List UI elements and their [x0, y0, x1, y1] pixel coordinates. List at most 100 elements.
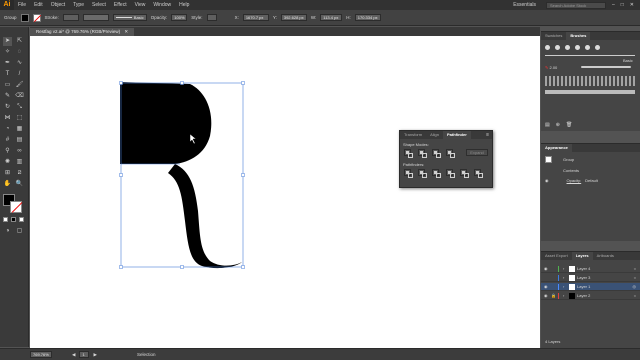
mesh-tool-icon[interactable]: #	[3, 136, 12, 145]
pattern-brush-stroke[interactable]	[545, 90, 635, 94]
w-field[interactable]: 113.4 px	[320, 14, 343, 21]
tab-align[interactable]: Align	[426, 131, 443, 139]
y-field[interactable]: 392.628 px	[280, 14, 307, 21]
width-tool-icon[interactable]: ⋈	[3, 114, 12, 123]
color-mode-icon[interactable]	[3, 217, 8, 222]
artwork-letter-r[interactable]	[30, 36, 540, 348]
tab-brushes[interactable]: Brushes	[566, 32, 591, 40]
graph-tool-icon[interactable]: ▥	[15, 158, 24, 167]
h-field[interactable]: 170.334 px	[354, 14, 381, 21]
tab-layers[interactable]: Layers	[571, 252, 593, 260]
rotate-tool-icon[interactable]: ↻	[3, 103, 12, 112]
variable-width-field[interactable]	[82, 14, 109, 21]
shaper-tool-icon[interactable]: ✎	[3, 92, 12, 101]
hand-tool-icon[interactable]: ✋	[3, 180, 12, 189]
intersect-button[interactable]	[432, 149, 441, 158]
lasso-tool-icon[interactable]: ◌	[15, 48, 24, 57]
new-brush-icon[interactable]: ⊕	[556, 122, 560, 128]
menu-object[interactable]: Object	[47, 0, 69, 10]
minimize-icon[interactable]: –	[612, 2, 615, 8]
scale-tool-icon[interactable]: ⤡	[15, 103, 24, 112]
artboard-tool-icon[interactable]: ⊞	[3, 169, 12, 178]
crop-button[interactable]	[446, 169, 455, 178]
exclude-button[interactable]	[446, 149, 455, 158]
draw-mode-icon[interactable]: ◑	[3, 227, 12, 236]
eyedropper-tool-icon[interactable]: ⚲	[3, 147, 12, 156]
curvature-tool-icon[interactable]: ∿	[15, 59, 24, 68]
maximize-icon[interactable]: □	[621, 2, 624, 8]
zoom-field[interactable]: 769.76%	[30, 351, 52, 358]
brush-dot-icon[interactable]	[585, 45, 590, 50]
document-tab[interactable]: Restfag v2.ai* @ 769.76% (RGB/Preview) ✕	[30, 28, 135, 36]
style-field[interactable]	[206, 14, 217, 21]
magic-wand-tool-icon[interactable]: ✧	[3, 48, 12, 57]
line-tool-icon[interactable]: /	[15, 70, 24, 79]
paintbrush-tool-icon[interactable]: 🖌	[15, 81, 24, 90]
fill-swatch[interactable]	[20, 13, 29, 22]
eraser-tool-icon[interactable]: ⌫	[15, 92, 24, 101]
shape-builder-tool-icon[interactable]: ◔	[3, 125, 12, 134]
calligraphic-brush-stroke[interactable]	[581, 66, 631, 68]
brush-definition-field[interactable]: Basic	[112, 14, 147, 21]
gradient-tool-icon[interactable]: ▤	[15, 136, 24, 145]
trim-button[interactable]	[418, 169, 427, 178]
panel-menu-icon[interactable]: ≡	[486, 131, 492, 139]
brush-dot-icon[interactable]	[545, 45, 550, 50]
merge-button[interactable]	[432, 169, 441, 178]
menu-help[interactable]: Help	[175, 0, 193, 10]
workspace-switcher[interactable]: Essentials	[509, 0, 540, 10]
menu-window[interactable]: Window	[149, 0, 175, 10]
layer-row[interactable]: ◉ 🔒 › Layer 2 ○	[541, 292, 640, 300]
type-tool-icon[interactable]: T	[3, 70, 12, 79]
selection-tool-icon[interactable]: ➤	[3, 37, 12, 46]
x-field[interactable]: 1670.7 px	[242, 14, 269, 21]
delete-brush-icon[interactable]: 🗑	[566, 122, 572, 128]
unite-button[interactable]	[404, 149, 413, 158]
brush-dot-icon[interactable]	[575, 45, 580, 50]
canvas-area[interactable]	[30, 36, 540, 348]
brush-dot-icon[interactable]	[555, 45, 560, 50]
direct-selection-tool-icon[interactable]: ⇱	[15, 37, 24, 46]
appearance-contents-label[interactable]: Contents	[563, 168, 579, 173]
menu-effect[interactable]: Effect	[110, 0, 131, 10]
stroke-weight-field[interactable]	[62, 14, 79, 21]
stroke-color-icon[interactable]	[10, 201, 23, 213]
art-brush-stroke[interactable]	[545, 76, 635, 86]
perspective-grid-tool-icon[interactable]: ▦	[15, 125, 24, 134]
menu-type[interactable]: Type	[69, 0, 88, 10]
appearance-opacity-row[interactable]: ◉ Opacity: Default	[545, 178, 598, 183]
brush-dot-icon[interactable]	[565, 45, 570, 50]
symbol-sprayer-tool-icon[interactable]: ✺	[3, 158, 12, 167]
layer-row-selected[interactable]: ◉ › Layer 1 ◎	[541, 283, 640, 291]
none-mode-icon[interactable]	[19, 217, 24, 222]
stroke-swatch[interactable]	[32, 13, 41, 22]
prev-artboard-icon[interactable]: ◀	[72, 352, 75, 358]
tab-appearance[interactable]: Appearance	[541, 144, 572, 152]
divide-button[interactable]	[404, 169, 413, 178]
blend-tool-icon[interactable]: ∞	[15, 147, 24, 156]
menu-file[interactable]: File	[14, 0, 30, 10]
tab-asset-export[interactable]: Asset Export	[541, 252, 572, 260]
basic-brush-stroke[interactable]	[545, 55, 635, 56]
gradient-mode-icon[interactable]	[11, 217, 16, 222]
outline-button[interactable]	[460, 169, 469, 178]
layer-row[interactable]: › Layer 3 ○	[541, 274, 640, 282]
next-artboard-icon[interactable]: ▶	[93, 352, 96, 358]
artboard-number-field[interactable]: 1	[79, 351, 90, 358]
menu-select[interactable]: Select	[88, 0, 110, 10]
expand-button[interactable]: Expand	[466, 149, 488, 156]
close-icon[interactable]: ✕	[630, 2, 634, 8]
screen-mode-icon[interactable]: ▢	[15, 227, 24, 236]
artboard[interactable]	[30, 36, 540, 348]
tab-artboards[interactable]: Artboards	[593, 252, 618, 260]
tab-swatches[interactable]: Swatches	[541, 32, 566, 40]
menu-edit[interactable]: Edit	[30, 0, 47, 10]
free-transform-tool-icon[interactable]: ⬚	[15, 114, 24, 123]
brush-library-icon[interactable]: ▤	[545, 122, 550, 128]
stock-search-input[interactable]: Search Adobe Stock	[545, 1, 606, 9]
minus-front-button[interactable]	[418, 149, 427, 158]
zoom-tool-icon[interactable]: 🔍	[15, 180, 24, 189]
visibility-eye-icon[interactable]: ◉	[545, 178, 549, 183]
brush-dot-icon[interactable]	[595, 45, 600, 50]
layer-row[interactable]: ◉ › Layer 4 ○	[541, 265, 640, 273]
